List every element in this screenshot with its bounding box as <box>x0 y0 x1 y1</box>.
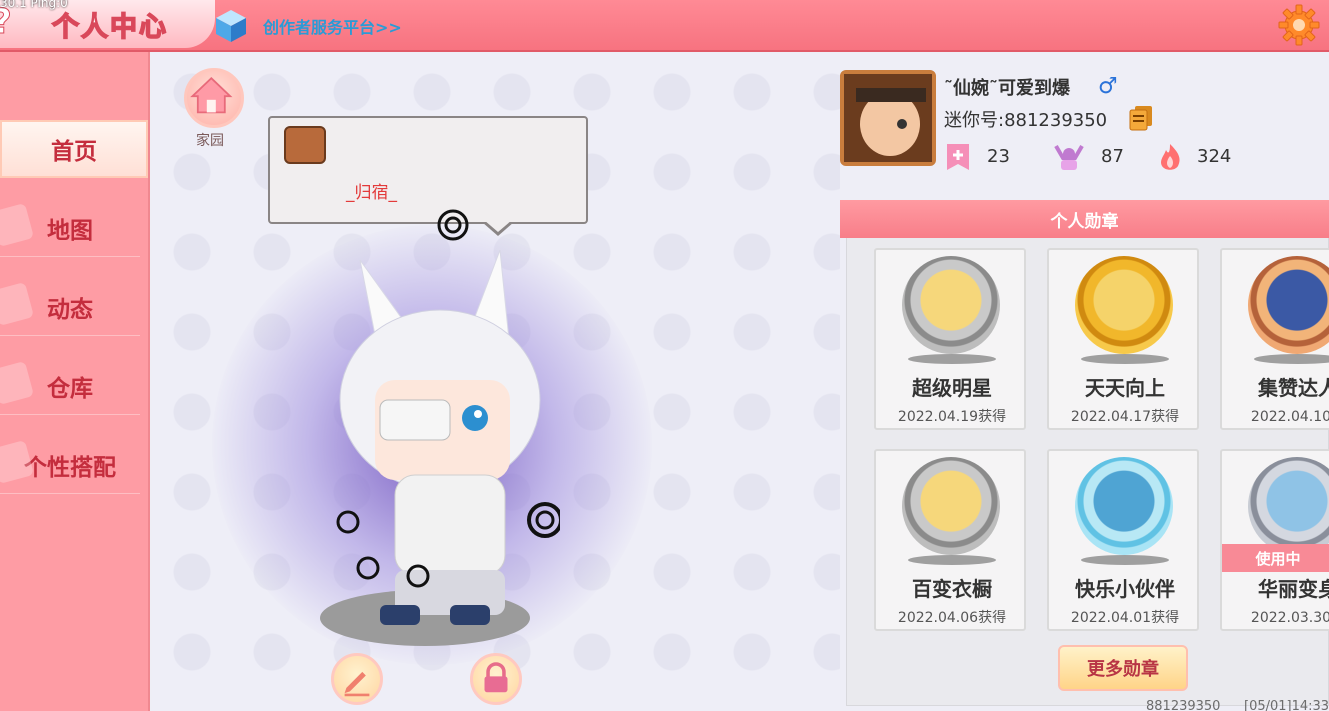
bubble-tail-inner <box>484 220 512 232</box>
copy-icon[interactable] <box>1128 104 1154 132</box>
flag-icon <box>947 144 969 170</box>
medal-icon <box>1075 256 1173 354</box>
badge-card[interactable]: 百变衣橱 2022.04.06获得 <box>874 449 1026 631</box>
sidebar-item-label: 个性搭配 <box>24 454 116 481</box>
swirl-icon <box>437 209 469 241</box>
nickname: ˜仙婉˜可爱到爆 <box>944 78 1070 99</box>
sidebar-item-outfit[interactable]: 个性搭配 <box>0 436 140 494</box>
medal-icon <box>1075 457 1173 555</box>
map-icon <box>0 202 35 248</box>
sidebar-item-map[interactable]: 地图 <box>0 199 140 257</box>
warehouse-icon <box>0 360 35 406</box>
sidebar-item-feed[interactable]: 动态 <box>0 278 140 336</box>
badge-date: 2022.04.06获得 <box>897 610 1007 626</box>
medal-icon <box>1248 457 1329 555</box>
badge-name: 华丽变身 <box>1258 577 1329 601</box>
medal-shadow <box>908 354 996 364</box>
cube-icon[interactable] <box>214 8 248 44</box>
medal-shadow <box>1081 354 1169 364</box>
medal-shadow <box>1081 555 1169 565</box>
cheer-icon <box>1054 144 1084 170</box>
badge-card[interactable]: 使用中 华丽变身 2022.03.30获 <box>1220 449 1329 631</box>
top-bar: ? 30.1 Ping:0 个人中心 创作者服务平台>> <box>0 0 1329 52</box>
profile-avatar[interactable] <box>840 70 936 166</box>
sidebar-item-label: 动态 <box>47 296 93 323</box>
sidebar: 首页 地图 动态 仓库 个性搭配 <box>0 52 150 711</box>
badge-date: 2022.03.30获 <box>1250 610 1329 626</box>
badge-date: 2022.04.19获得 <box>897 409 1007 425</box>
lock-button[interactable] <box>470 653 522 705</box>
badge-header: 个人勋章 <box>840 200 1329 238</box>
house-icon <box>190 76 233 114</box>
medal-icon <box>1248 256 1329 354</box>
creator-platform-link[interactable]: 创作者服务平台>> <box>263 14 402 38</box>
avatar-portrait <box>844 74 932 162</box>
badge-card[interactable]: 天天向上 2022.04.17获得 <box>1047 248 1199 430</box>
sidebar-item-label: 首页 <box>51 139 97 165</box>
badge-name: 天天向上 <box>1085 376 1165 400</box>
badge-name: 集赞达人 <box>1258 376 1329 400</box>
badge-card[interactable]: 超级明星 2022.04.19获得 <box>874 248 1026 430</box>
in-use-badge: 使用中 <box>1222 544 1329 572</box>
footer-version: [05/01]14:33 <box>1244 699 1329 711</box>
badge-card[interactable]: 集赞达人 2022.04.10获 <box>1220 248 1329 430</box>
character-avatar[interactable] <box>300 250 560 640</box>
badge-name: 快乐小伙伴 <box>1075 577 1175 601</box>
sidebar-item-label: 仓库 <box>47 375 93 402</box>
bubble-name: _归宿_ <box>346 183 397 203</box>
lock-icon <box>484 662 508 693</box>
medal-icon <box>902 457 1000 555</box>
bear-avatar-icon <box>284 126 326 164</box>
mini-id: 迷你号:881239350 <box>944 110 1108 131</box>
pencil-icon <box>344 671 370 697</box>
gear-icon[interactable] <box>1278 4 1320 46</box>
badge-date: 2022.04.01获得 <box>1070 610 1180 626</box>
sidebar-item-label: 地图 <box>47 217 93 244</box>
sidebar-item-warehouse[interactable]: 仓库 <box>0 357 140 415</box>
medal-shadow <box>1254 354 1329 364</box>
male-icon: ♂ <box>1098 74 1118 99</box>
stat-cheers: 87 <box>1101 146 1124 167</box>
feed-icon <box>0 281 35 327</box>
page-title: 个人中心 <box>51 11 168 44</box>
home-button[interactable] <box>184 68 244 128</box>
more-badges-button[interactable]: 更多勋章 <box>1058 645 1188 691</box>
footer-id: 881239350 <box>1146 699 1221 711</box>
badge-name: 超级明星 <box>912 376 992 400</box>
badge-name: 百变衣橱 <box>912 577 992 601</box>
stat-popularity: 324 <box>1197 146 1232 167</box>
badge-date: 2022.04.17获得 <box>1070 409 1180 425</box>
badge-card[interactable]: 快乐小伙伴 2022.04.01获得 <box>1047 449 1199 631</box>
sidebar-item-home[interactable]: 首页 <box>0 120 148 178</box>
home-label: 家园 <box>196 133 224 149</box>
medal-icon <box>902 256 1000 354</box>
badge-date: 2022.04.10获 <box>1250 409 1329 425</box>
edit-button[interactable] <box>331 653 383 705</box>
badge-header-label: 个人勋章 <box>1050 211 1119 232</box>
medal-shadow <box>908 555 996 565</box>
more-badges-label: 更多勋章 <box>1087 659 1159 680</box>
stat-flags: 23 <box>987 146 1010 167</box>
flame-icon <box>1161 144 1180 170</box>
